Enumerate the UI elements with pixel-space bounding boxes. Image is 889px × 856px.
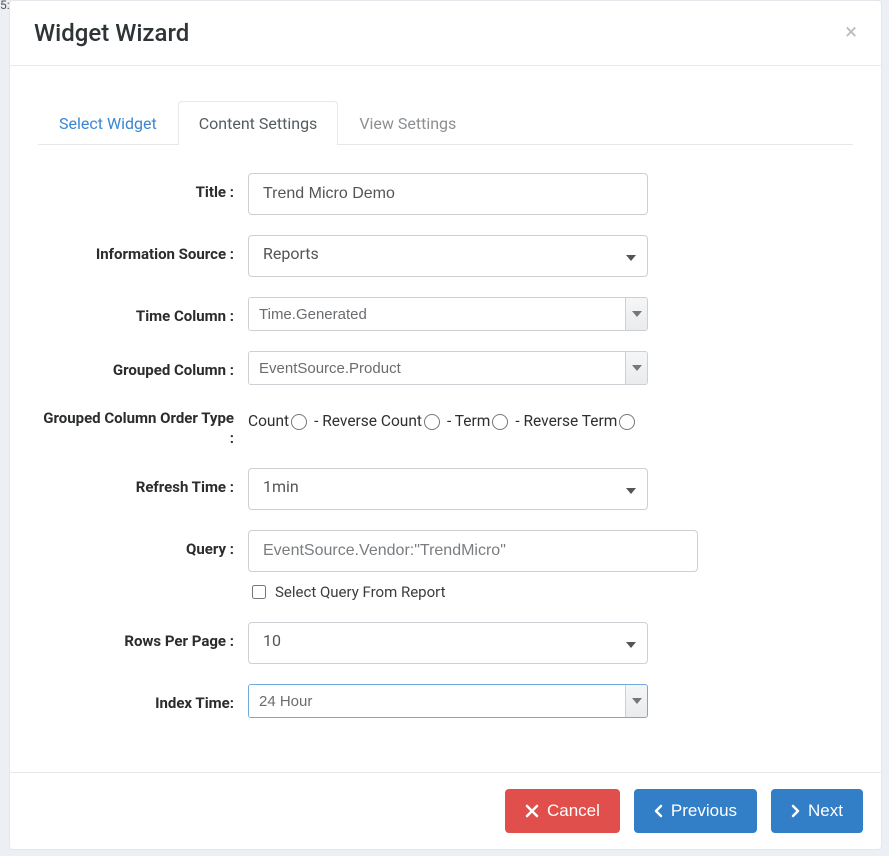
row-index-time: Index Time: [38,684,853,718]
index-time-input[interactable] [249,685,625,717]
label-rows-per-page: Rows Per Page : [38,622,248,652]
grouped-column-combo[interactable] [248,351,648,385]
index-time-dropdown-button[interactable] [625,685,647,717]
form-content-settings: Title : Information Source : Reports Tim… [38,145,853,758]
tab-content-settings[interactable]: Content Settings [178,101,339,145]
row-query: Query : Select Query From Report [38,530,853,602]
modal-body: Select Widget Content Settings View Sett… [10,66,881,772]
next-button[interactable]: Next [771,789,863,833]
grouped-column-dropdown-button[interactable] [625,352,647,384]
grouped-order-radio-group: Count - Reverse Count - Term - R [248,405,708,430]
order-reverse-count-label: - Reverse Count [314,412,422,430]
chevron-down-icon [632,311,642,317]
close-icon [525,804,539,818]
label-grouped-order-type: Grouped Column Order Type : [38,405,248,448]
order-reverse-count-radio[interactable] [424,414,440,430]
row-title: Title : [38,173,853,215]
chevron-left-icon [654,804,663,818]
rows-per-page-select[interactable]: 10 [248,622,648,664]
cancel-button[interactable]: Cancel [505,789,620,833]
time-column-input[interactable] [249,298,625,330]
label-query: Query : [38,530,248,560]
chevron-right-icon [791,804,800,818]
row-grouped-order-type: Grouped Column Order Type : Count - Reve… [38,405,853,448]
query-input[interactable] [248,530,698,572]
chevron-down-icon [632,365,642,371]
previous-label: Previous [671,801,737,821]
chevron-down-icon [632,698,642,704]
order-term-radio[interactable] [492,414,508,430]
next-label: Next [808,801,843,821]
title-input[interactable] [248,173,648,215]
cancel-label: Cancel [547,801,600,821]
rows-per-page-value: 10 [248,622,648,664]
information-source-select[interactable]: Reports [248,235,648,277]
row-refresh-time: Refresh Time : 1min [38,468,853,510]
previous-button[interactable]: Previous [634,789,757,833]
widget-wizard-modal: Widget Wizard × Select Widget Content Se… [9,0,882,850]
row-rows-per-page: Rows Per Page : 10 [38,622,853,664]
select-query-from-report-row[interactable]: Select Query From Report [248,582,708,602]
refresh-time-select[interactable]: 1min [248,468,648,510]
modal-footer: Cancel Previous Next [10,772,881,849]
close-icon[interactable]: × [845,22,857,44]
label-index-time: Index Time: [38,684,248,714]
modal-title: Widget Wizard [34,19,189,47]
label-grouped-column: Grouped Column : [38,351,248,381]
row-grouped-column: Grouped Column : [38,351,853,385]
order-term-label: - Term [447,412,490,430]
index-time-combo[interactable] [248,684,648,718]
select-query-from-report-label: Select Query From Report [275,583,446,601]
label-refresh-time: Refresh Time : [38,468,248,498]
refresh-time-value: 1min [248,468,648,510]
order-reverse-term-radio[interactable] [619,414,635,430]
tab-view-settings[interactable]: View Settings [338,101,477,145]
grouped-column-input[interactable] [249,352,625,384]
modal-header: Widget Wizard × [10,1,881,66]
order-count-radio[interactable] [291,414,307,430]
tabs: Select Widget Content Settings View Sett… [38,100,853,145]
time-column-combo[interactable] [248,297,648,331]
information-source-value: Reports [248,235,648,277]
label-title: Title : [38,173,248,203]
tab-select-widget[interactable]: Select Widget [38,101,178,145]
label-time-column: Time Column : [38,297,248,327]
time-column-dropdown-button[interactable] [625,298,647,330]
row-time-column: Time Column : [38,297,853,331]
row-information-source: Information Source : Reports [38,235,853,277]
order-reverse-term-label: - Reverse Term [515,412,617,430]
label-information-source: Information Source : [38,235,248,265]
select-query-from-report-checkbox[interactable] [252,585,266,599]
order-count-label: Count [248,412,289,430]
